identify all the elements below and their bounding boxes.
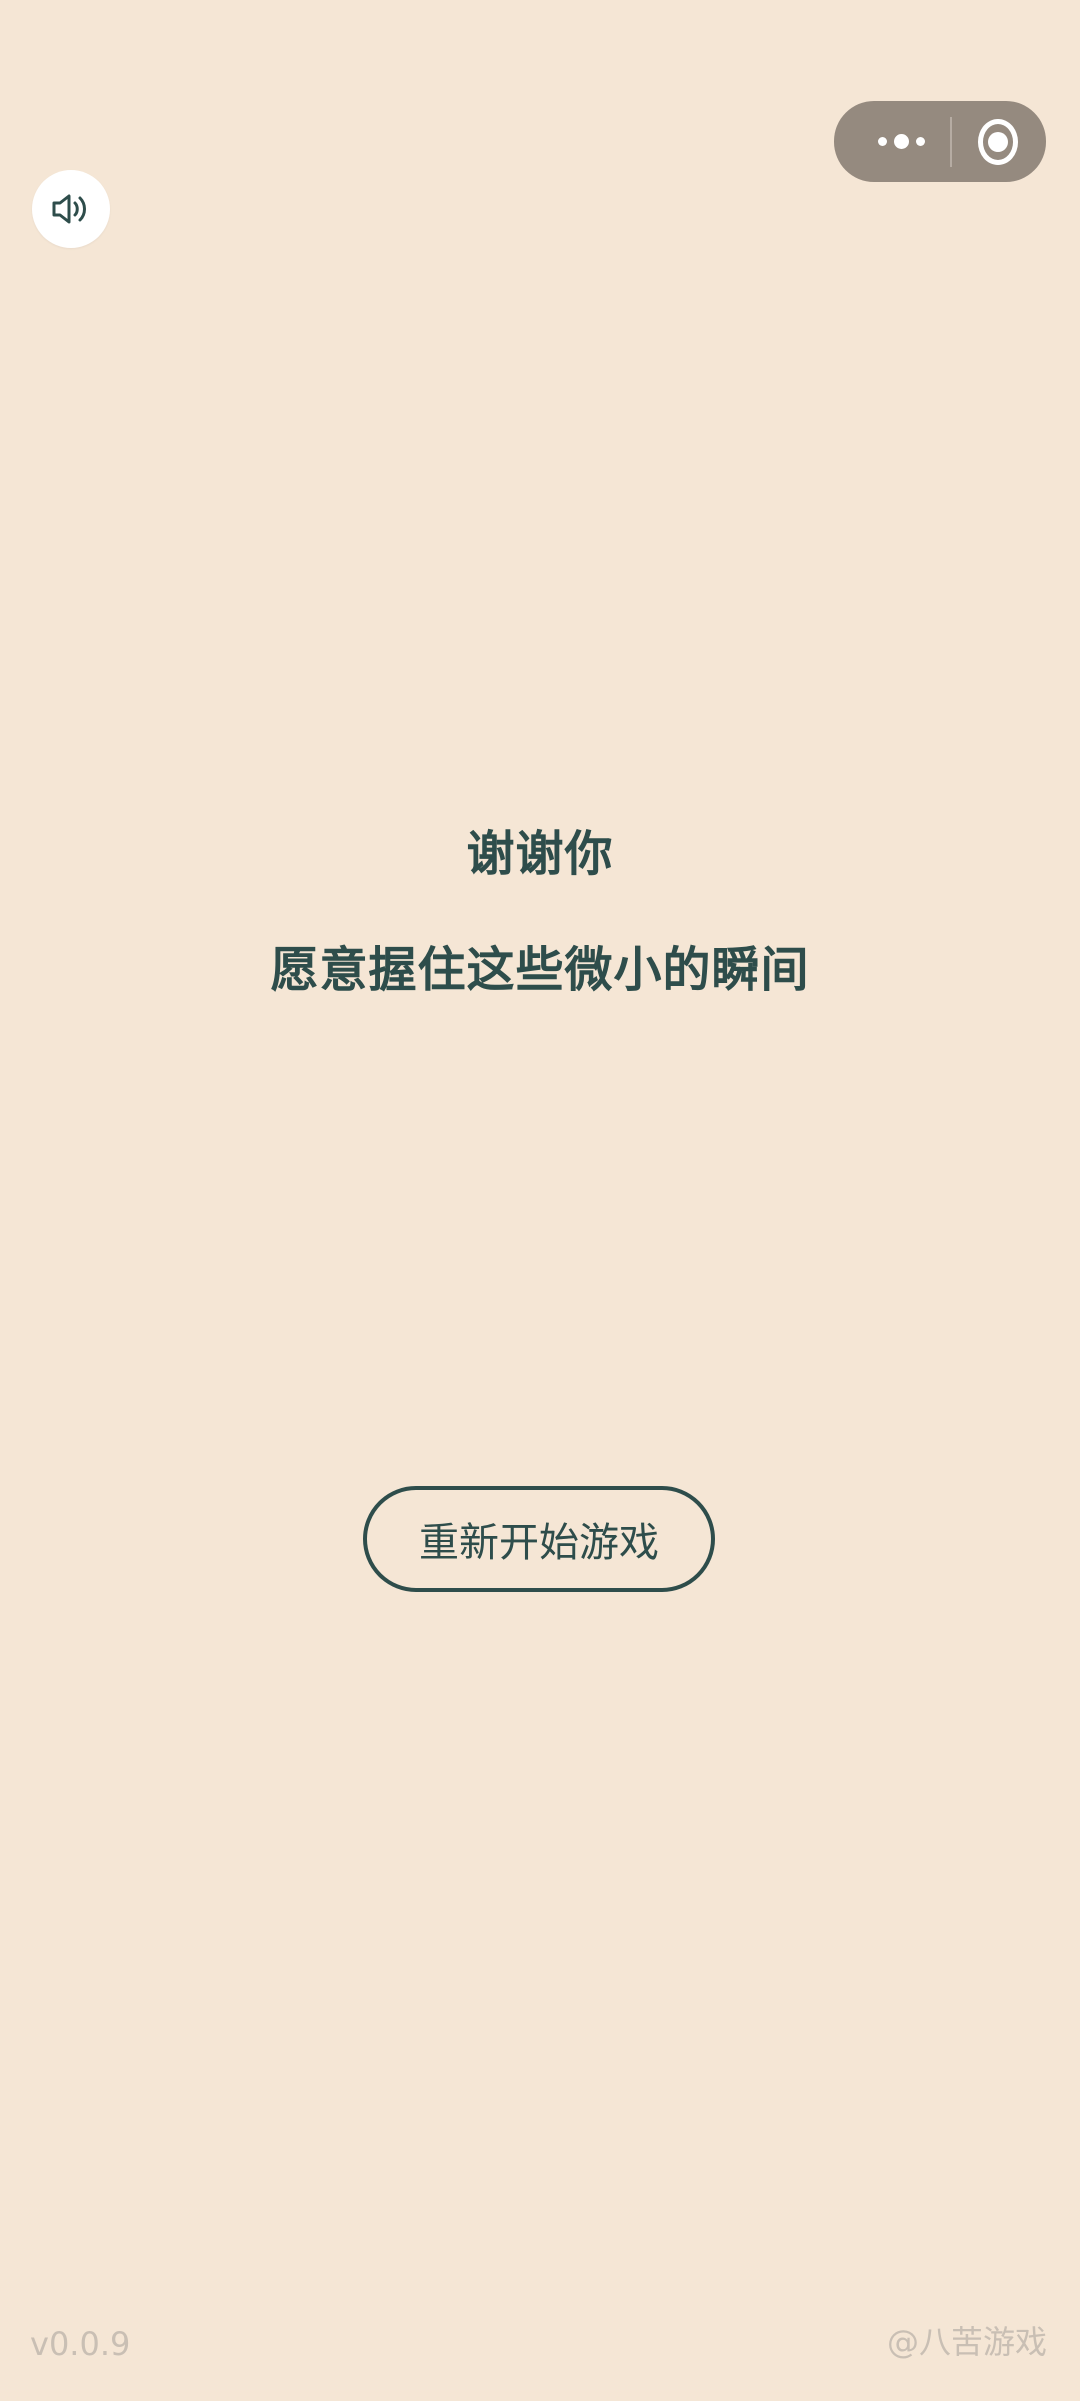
more-dots-icon[interactable] bbox=[864, 101, 940, 182]
brand-label: @八苦游戏 bbox=[886, 2323, 1047, 2361]
dot-small-left bbox=[878, 137, 888, 146]
mini-program-capsule bbox=[834, 101, 1046, 182]
version-label: v0.0.9 bbox=[30, 2325, 131, 2363]
capsule-divider bbox=[949, 116, 952, 167]
dot-large-center bbox=[894, 134, 910, 149]
speaker-volume-icon bbox=[52, 194, 86, 224]
sound-toggle-button[interactable] bbox=[32, 170, 110, 248]
restart-game-button[interactable]: 重新开始游戏 bbox=[363, 1486, 715, 1592]
record-dot bbox=[987, 131, 1008, 152]
thanks-message-line2: 愿意握住这些微小的瞬间 bbox=[270, 942, 810, 998]
record-circle-icon[interactable] bbox=[977, 118, 1018, 165]
dot-small-right bbox=[916, 137, 926, 146]
game-end-screen: 谢谢你 愿意握住这些微小的瞬间 重新开始游戏 v0.0.9 @八苦游戏 bbox=[0, 0, 1080, 2401]
thanks-message-line1: 谢谢你 bbox=[466, 826, 614, 882]
